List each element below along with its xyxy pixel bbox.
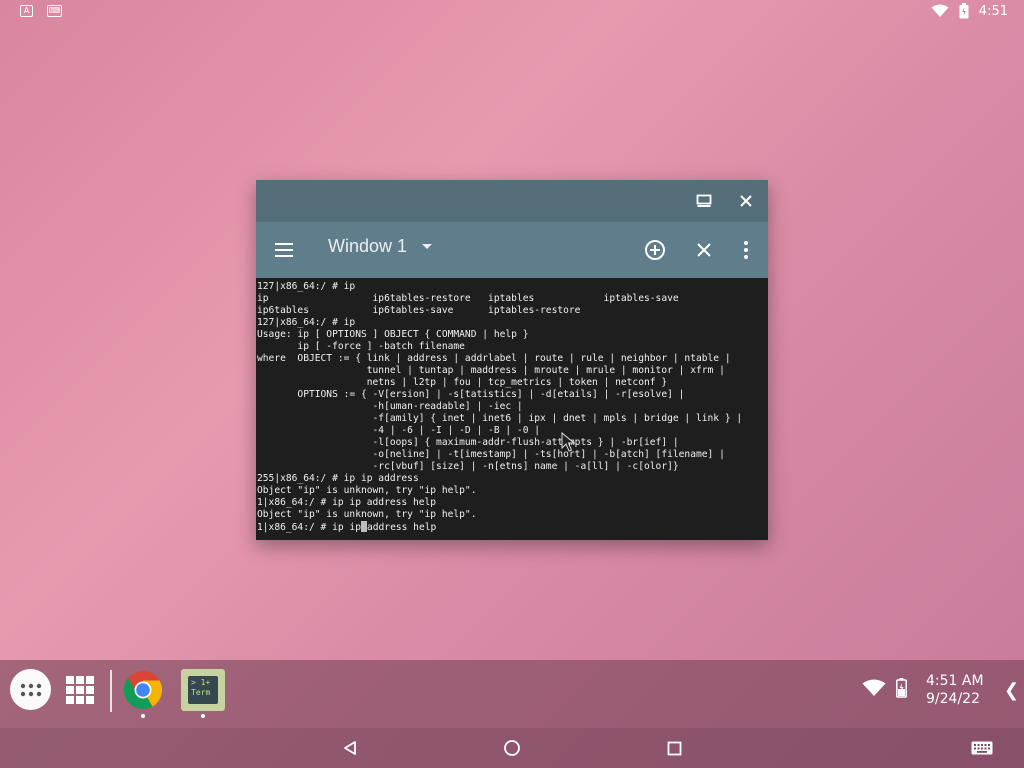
taskbar-divider	[110, 670, 112, 712]
terminal-line: where OBJECT := { link | address | addrl…	[257, 353, 731, 364]
add-window-icon	[645, 240, 665, 260]
terminal-input-line[interactable]: 1|x86_64:/ # ip ip address help	[257, 521, 767, 533]
window-selector[interactable]: Window 1	[328, 236, 433, 257]
taskbar: > 1+ Term 4:51 AM 9/24/22 ❮	[0, 660, 1024, 728]
input-before-cursor: 1|x86_64:/ # ip ip	[257, 522, 361, 533]
terminal-line: ip6tables ip6tables-save iptables-restor…	[257, 305, 581, 316]
terminal-line: netns | l2tp | fou | tcp_metrics | token…	[257, 377, 668, 388]
terminal-line: Usage: ip [ OPTIONS ] OBJECT { COMMAND |…	[257, 329, 529, 340]
terminal-line: 127|x86_64:/ # ip	[257, 281, 356, 292]
terminal-line: -f[amily] { inet | inet6 | ipx | dnet | …	[257, 413, 743, 424]
window-title-bar[interactable]	[256, 180, 768, 222]
terminal-icon-label-top: > 1+	[191, 678, 211, 687]
tray-wifi-icon	[862, 679, 886, 696]
dropdown-icon	[422, 243, 433, 249]
window-selector-label: Window 1	[328, 236, 408, 256]
terminal-line: 255|x86_64:/ # ip ip address	[257, 473, 419, 484]
chrome-app-button[interactable]	[123, 670, 163, 710]
close-window-button[interactable]	[692, 238, 716, 262]
close-window-icon	[697, 243, 711, 257]
home-button[interactable]	[500, 736, 524, 760]
keyboard-button[interactable]	[970, 736, 994, 760]
terminal-line: tunnel | tuntap | maddress | mroute | mr…	[257, 365, 725, 376]
grid-icon	[66, 676, 94, 704]
apps-dots-icon	[20, 683, 41, 696]
menu-button[interactable]	[272, 238, 296, 262]
wifi-icon	[931, 4, 949, 17]
battery-icon	[959, 3, 969, 19]
window-close-button[interactable]	[736, 191, 756, 211]
chrome-icon	[123, 671, 163, 710]
terminal-line: -o[neline] | -t[imestamp] | -ts[hort] | …	[257, 449, 725, 460]
taskbar-clock[interactable]: 4:51 AM 9/24/22	[926, 672, 984, 708]
terminal-line: -rc[vbuf] [size] | -n[etns] name | -a[ll…	[257, 461, 679, 472]
terminal-line: -l[oops] { maximum-addr-flush-attempts }…	[257, 437, 679, 448]
back-button[interactable]	[338, 736, 362, 760]
more-options-button[interactable]	[734, 238, 758, 262]
keyboard-icon	[971, 741, 993, 755]
close-icon	[740, 195, 752, 207]
terminal-line: -h[uman-readable] | -iec |	[257, 401, 523, 412]
system-tray[interactable]	[862, 678, 907, 698]
terminal-icon: > 1+ Term	[188, 676, 218, 704]
terminal-output[interactable]: 127|x86_64:/ # ip ip ip6tables-restore ip…	[256, 278, 768, 540]
recents-icon	[667, 741, 681, 755]
terminal-line: OPTIONS := { -V[ersion] | -s[tatistics] …	[257, 389, 685, 400]
terminal-window: Window 1 127|x86_64:/ # ip ip ip6tables-…	[256, 180, 768, 540]
terminal-line: ip ip6tables-restore iptables iptables-s…	[257, 293, 679, 304]
terminal-line: ip [ -force ] -batch filename	[257, 341, 465, 352]
input-after-cursor: address help	[366, 522, 437, 533]
terminal-line: 1|x86_64:/ # ip ip address help	[257, 497, 437, 508]
chrome-running-indicator	[141, 714, 145, 718]
status-time: 4:51	[978, 3, 1008, 19]
maximize-button[interactable]	[694, 191, 714, 211]
app-toolbar: Window 1	[256, 222, 768, 278]
menu-icon	[275, 243, 293, 257]
recents-button[interactable]	[662, 736, 686, 760]
mouse-pointer-icon	[561, 432, 575, 452]
terminal-running-indicator	[201, 714, 205, 718]
status-bar: A ⌨ 4:51	[0, 0, 1024, 24]
maximize-icon	[696, 194, 712, 207]
keyboard-notification-icon: ⌨	[47, 5, 62, 17]
accessibility-icon: A	[20, 5, 33, 17]
app-grid-button[interactable]	[66, 676, 94, 704]
navigation-bar	[0, 728, 1024, 768]
expand-tray-icon[interactable]: ❮	[1004, 680, 1019, 701]
terminal-line: 127|x86_64:/ # ip	[257, 317, 356, 328]
back-icon	[344, 741, 356, 755]
terminal-line: Object "ip" is unknown, try "ip help".	[257, 485, 477, 496]
app-drawer-button[interactable]	[10, 669, 51, 710]
more-icon	[744, 241, 748, 259]
terminal-app-button[interactable]: > 1+ Term	[181, 669, 225, 711]
add-window-button[interactable]	[643, 238, 667, 262]
tray-battery-icon	[896, 678, 907, 698]
terminal-line: -4 | -6 | -I | -D | -B | -0 |	[257, 425, 541, 436]
terminal-line: Object "ip" is unknown, try "ip help".	[257, 509, 477, 520]
clock-date: 9/24/22	[926, 691, 980, 707]
clock-time: 4:51 AM	[926, 673, 984, 689]
terminal-icon-label-bottom: Term	[191, 688, 211, 697]
home-icon	[504, 740, 520, 756]
